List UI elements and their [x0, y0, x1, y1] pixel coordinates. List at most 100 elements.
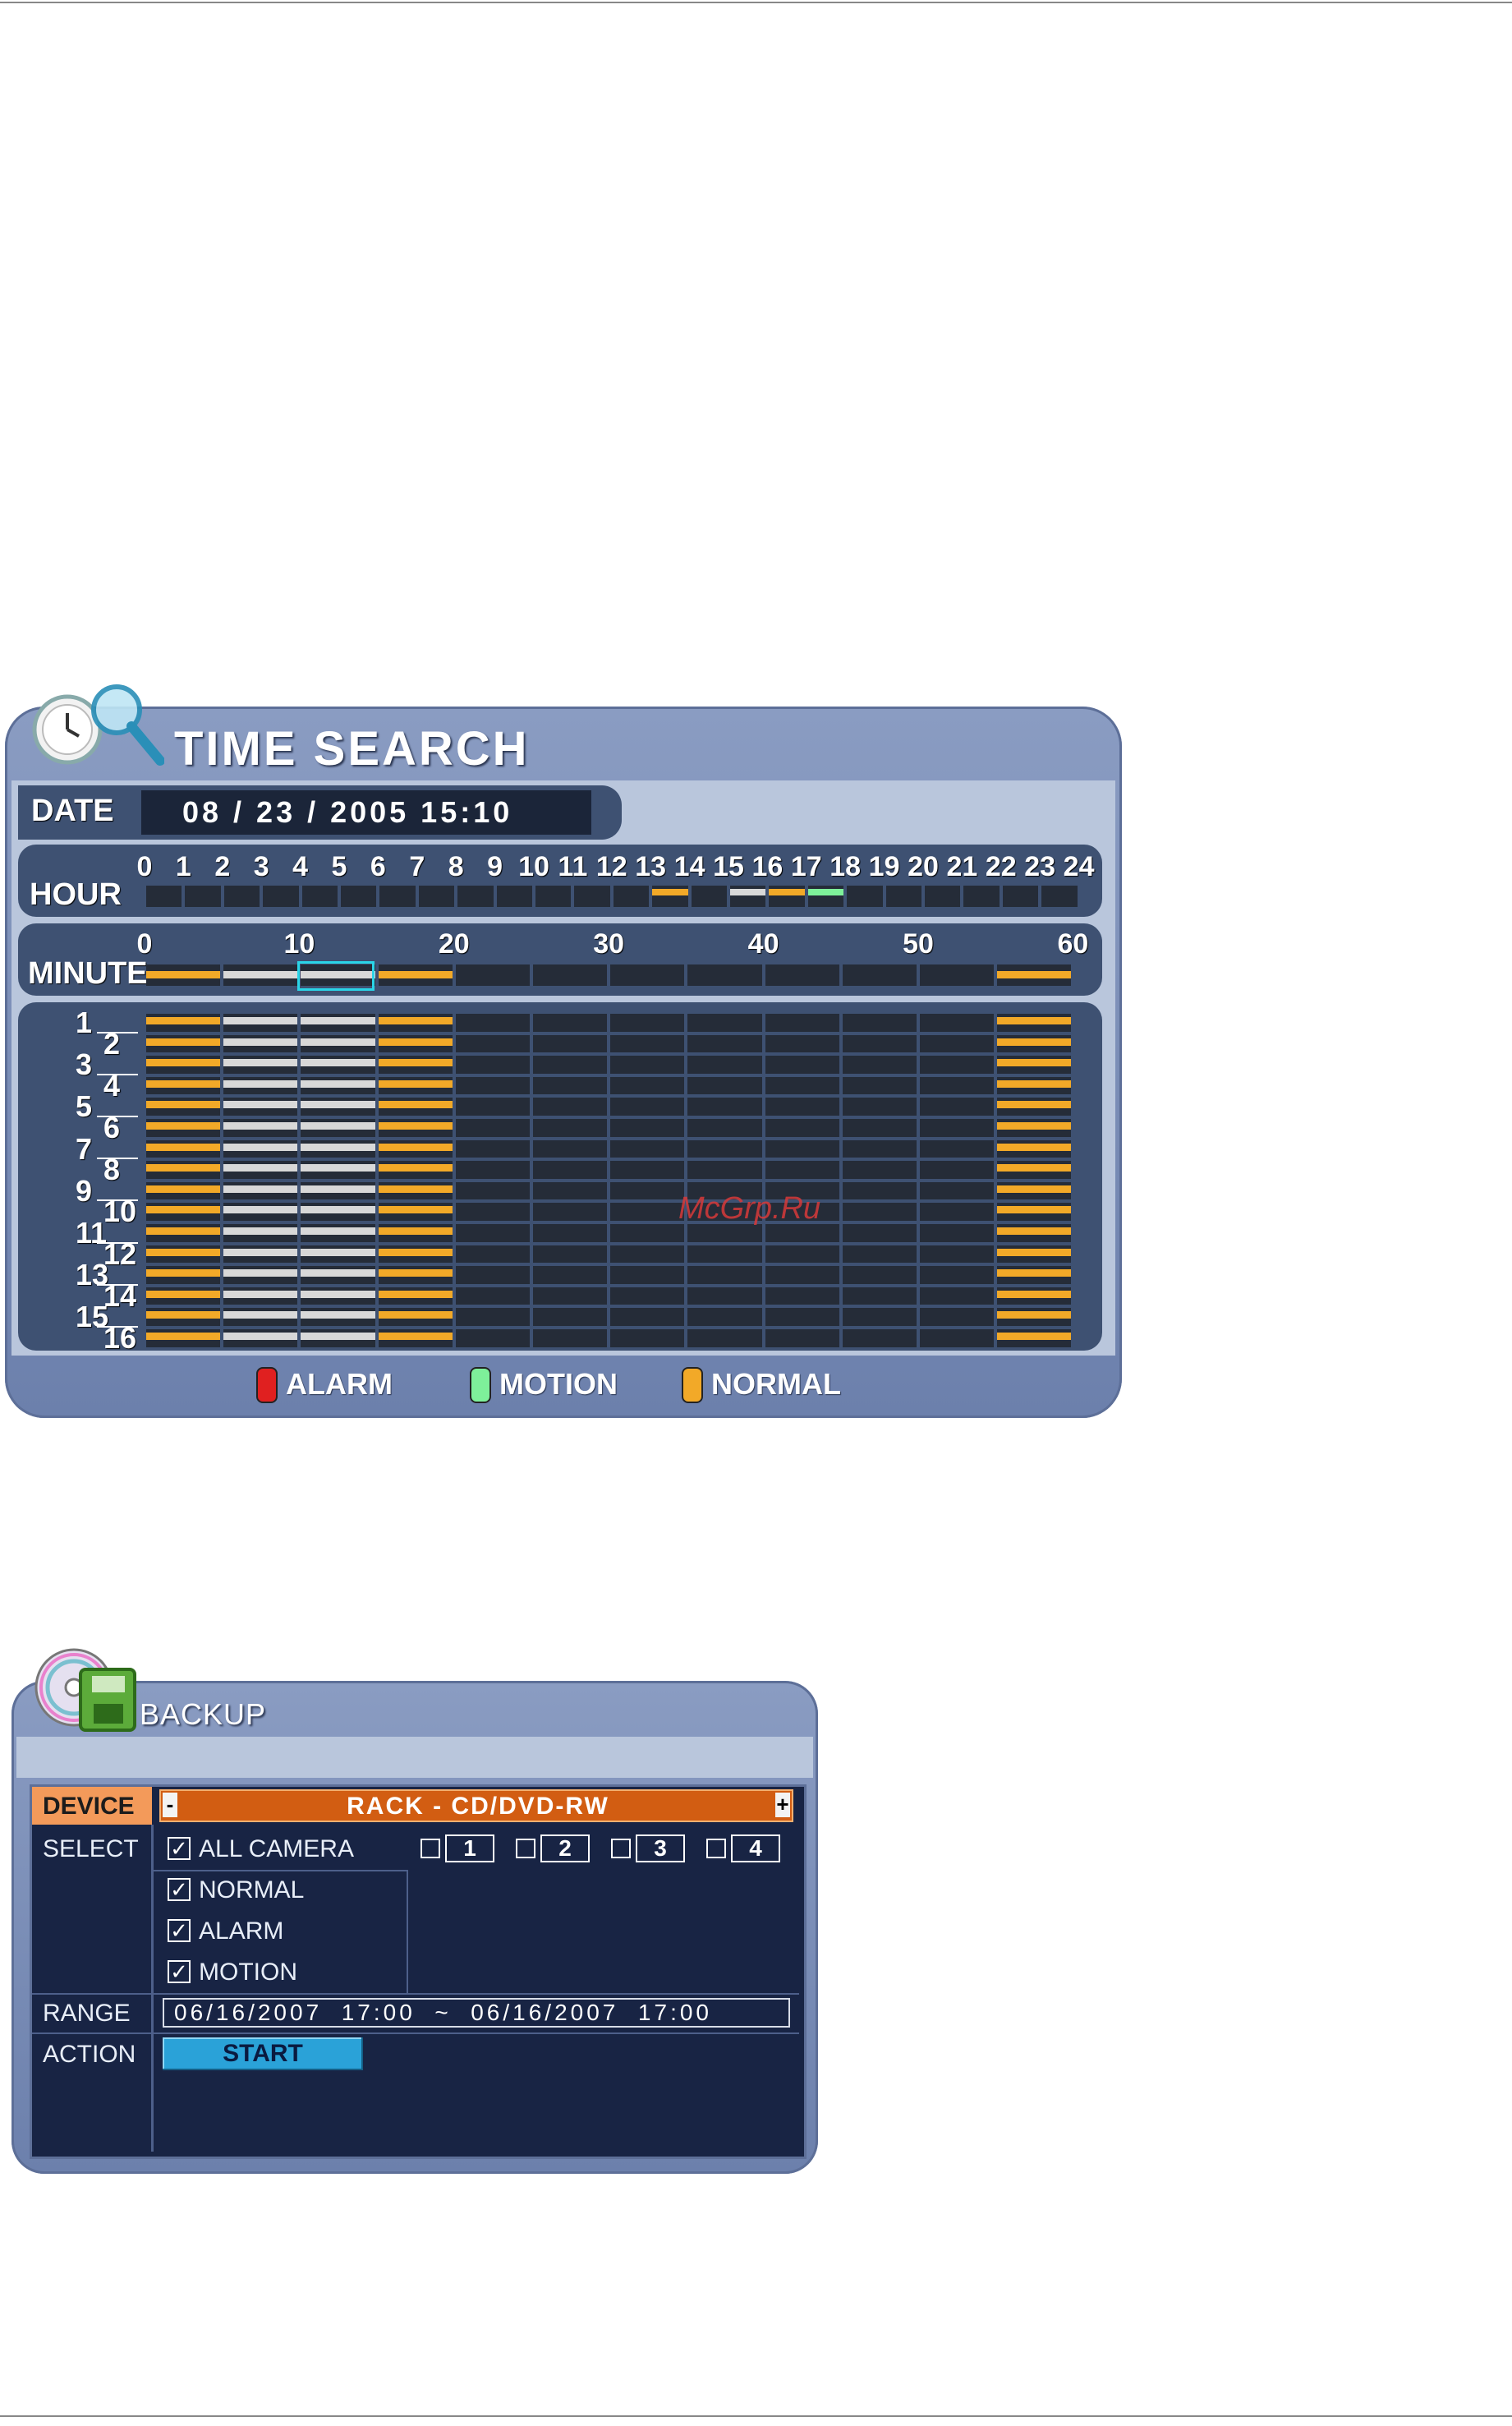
grid-cell[interactable] — [920, 1181, 995, 1200]
grid-cell[interactable] — [610, 1119, 685, 1137]
minute-cell[interactable] — [455, 964, 530, 986]
grid-cell[interactable] — [610, 1098, 685, 1116]
grid-cell[interactable] — [455, 1139, 530, 1158]
minute-cell[interactable] — [610, 964, 685, 986]
grid-cell[interactable] — [533, 1224, 608, 1242]
grid-cell[interactable] — [455, 1014, 530, 1032]
grid-cell[interactable] — [920, 1056, 995, 1074]
grid-cell[interactable] — [533, 1308, 608, 1326]
grid-cell[interactable] — [920, 1245, 995, 1264]
grid-cell[interactable] — [455, 1287, 530, 1305]
grid-cell[interactable] — [765, 1308, 839, 1326]
grid-cell[interactable] — [610, 1161, 685, 1179]
normal-checkbox[interactable]: ✓ — [168, 1878, 191, 1901]
grid-cell[interactable] — [455, 1181, 530, 1200]
grid-cell[interactable] — [920, 1266, 995, 1284]
grid-cell[interactable] — [687, 1308, 762, 1326]
grid-cell[interactable] — [687, 1224, 762, 1242]
grid-cell[interactable] — [842, 1161, 917, 1179]
grid-cell[interactable] — [533, 1329, 608, 1347]
hour-cell[interactable] — [535, 886, 572, 907]
grid-cell[interactable] — [455, 1119, 530, 1137]
grid-cell[interactable] — [687, 1098, 762, 1116]
grid-cell[interactable] — [765, 1076, 839, 1095]
grid-cell[interactable] — [920, 1203, 995, 1221]
grid-cell[interactable] — [610, 1287, 685, 1305]
camera-3-checkbox[interactable] — [611, 1839, 631, 1858]
grid-cell[interactable] — [842, 1139, 917, 1158]
grid-cell[interactable] — [533, 1203, 608, 1221]
grid-cell[interactable] — [533, 1098, 608, 1116]
grid-cell[interactable] — [687, 1139, 762, 1158]
grid-cell[interactable] — [455, 1224, 530, 1242]
hour-cell[interactable] — [574, 886, 610, 907]
grid-cell[interactable] — [920, 1224, 995, 1242]
grid-cell[interactable] — [610, 1224, 685, 1242]
grid-cell[interactable] — [455, 1034, 530, 1053]
hour-cell[interactable] — [223, 886, 260, 907]
grid-cell[interactable] — [533, 1266, 608, 1284]
grid-cell[interactable] — [920, 1287, 995, 1305]
grid-cell[interactable] — [842, 1056, 917, 1074]
hour-cell[interactable] — [1041, 886, 1078, 907]
alarm-checkbox[interactable]: ✓ — [168, 1919, 191, 1942]
minute-cell[interactable] — [920, 964, 995, 986]
grid-cell[interactable] — [920, 1308, 995, 1326]
hour-cell[interactable] — [847, 886, 883, 907]
hour-cell[interactable] — [146, 886, 182, 907]
grid-cell[interactable] — [455, 1245, 530, 1264]
grid-cell[interactable] — [765, 1245, 839, 1264]
grid-cell[interactable] — [687, 1034, 762, 1053]
hour-cell[interactable] — [1002, 886, 1039, 907]
grid-cell[interactable] — [533, 1139, 608, 1158]
grid-cell[interactable] — [920, 1329, 995, 1347]
motion-checkbox[interactable]: ✓ — [168, 1960, 191, 1983]
minute-cell[interactable] — [533, 964, 608, 986]
grid-cell[interactable] — [610, 1308, 685, 1326]
grid-cell[interactable] — [533, 1287, 608, 1305]
grid-cell[interactable] — [842, 1181, 917, 1200]
grid-cell[interactable] — [687, 1266, 762, 1284]
start-button[interactable]: START — [163, 2037, 363, 2070]
hour-cell[interactable] — [341, 886, 377, 907]
grid-cell[interactable] — [920, 1161, 995, 1179]
grid-cell[interactable] — [455, 1266, 530, 1284]
hour-cell[interactable] — [885, 886, 921, 907]
grid-cell[interactable] — [920, 1034, 995, 1053]
grid-cell[interactable] — [920, 1119, 995, 1137]
hour-cell[interactable] — [925, 886, 961, 907]
grid-cell[interactable] — [842, 1245, 917, 1264]
hour-cell[interactable] — [691, 886, 727, 907]
grid-cell[interactable] — [533, 1076, 608, 1095]
grid-cell[interactable] — [455, 1076, 530, 1095]
grid-cell[interactable] — [842, 1034, 917, 1053]
grid-cell[interactable] — [610, 1245, 685, 1264]
grid-cell[interactable] — [610, 1181, 685, 1200]
grid-cell[interactable] — [765, 1329, 839, 1347]
device-increment-button[interactable]: + — [775, 1793, 790, 1817]
hour-cell[interactable] — [457, 886, 494, 907]
date-input[interactable]: 08 / 23 / 2005 15:10 — [141, 790, 591, 835]
grid-cell[interactable] — [455, 1203, 530, 1221]
grid-cell[interactable] — [455, 1308, 530, 1326]
grid-cell[interactable] — [533, 1161, 608, 1179]
grid-cell[interactable] — [920, 1076, 995, 1095]
grid-cell[interactable] — [842, 1119, 917, 1137]
minute-cursor[interactable] — [297, 961, 375, 991]
grid-cell[interactable] — [687, 1076, 762, 1095]
minute-cell[interactable] — [842, 964, 917, 986]
grid-cell[interactable] — [687, 1119, 762, 1137]
grid-cell[interactable] — [842, 1287, 917, 1305]
grid-cell[interactable] — [687, 1056, 762, 1074]
all-camera-checkbox[interactable]: ✓ — [168, 1837, 191, 1860]
grid-cell[interactable] — [842, 1203, 917, 1221]
hour-cell[interactable] — [379, 886, 416, 907]
grid-cell[interactable] — [765, 1034, 839, 1053]
grid-cell[interactable] — [765, 1266, 839, 1284]
grid-cell[interactable] — [842, 1308, 917, 1326]
grid-cell[interactable] — [687, 1287, 762, 1305]
hour-cell[interactable] — [301, 886, 338, 907]
grid-cell[interactable] — [765, 1161, 839, 1179]
grid-cell[interactable] — [610, 1076, 685, 1095]
grid-cell[interactable] — [765, 1098, 839, 1116]
